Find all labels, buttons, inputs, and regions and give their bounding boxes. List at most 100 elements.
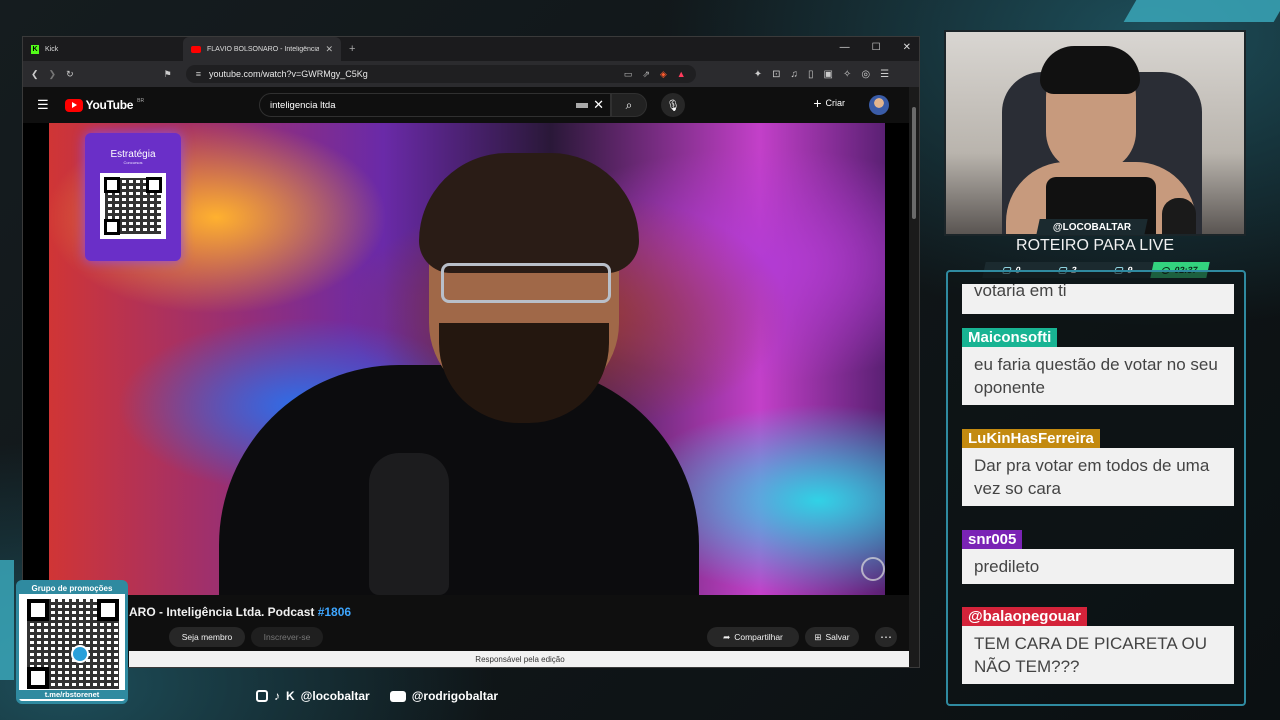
chat-username: LuKinHasFerreira (962, 429, 1100, 448)
chat-message-text: eu faria questão de votar no seu oponent… (962, 347, 1234, 405)
extension-puzzle-icon[interactable]: ✦ (754, 69, 762, 80)
tab-kick-label: Kick (45, 45, 59, 53)
streamer-handle: @LOCOBALTAR (1052, 221, 1132, 233)
region-code: BR (137, 98, 145, 104)
promo-group-title: Grupo de promoções (19, 583, 125, 594)
chat-message-text: predileto (962, 549, 1234, 584)
video-actions-row: Seja membro Inscrever-se ➦ Compartilhar … (23, 627, 911, 653)
close-tab-icon[interactable]: ✕ (325, 44, 333, 55)
keyboard-icon[interactable] (576, 103, 588, 108)
close-window-button[interactable]: ✕ (903, 42, 911, 53)
join-label: Seja membro (181, 632, 233, 642)
save-button[interactable]: ⊞ Salvar (805, 627, 859, 647)
back-button[interactable]: ❮ (31, 69, 39, 80)
episode-hashtag[interactable]: #1806 (318, 605, 351, 619)
youtube-logo[interactable]: YouTube BR (64, 98, 145, 112)
video-frame[interactable]: Estratégia Concursos (49, 123, 885, 595)
video-title-text: ARO - Inteligência Ltda. Podcast (129, 605, 318, 619)
address-bar-actions: ▭ ⇗ ◈ ▲ (624, 69, 686, 80)
music-icon[interactable]: ♫ (791, 69, 799, 80)
edit-credit-banner: Responsável pela edição (129, 651, 911, 667)
sponsor-qr-code (100, 173, 166, 239)
maximize-button[interactable]: ☐ (872, 42, 881, 53)
join-button[interactable]: Seja membro (169, 627, 245, 647)
chat-message-text: TEM CARA DE PICARETA OU NÃO TEM??? (962, 626, 1234, 684)
paint-splash-left (0, 560, 14, 680)
more-dots-icon: ⋯ (880, 630, 892, 644)
clear-search-icon[interactable]: ✕ (593, 97, 604, 113)
address-toolbar: ❮ ❯ ↻ ⚑ ≡ youtube.com/watch?v=GWRMgy_C5K… (23, 61, 919, 87)
search-button[interactable]: ⌕ (611, 93, 647, 117)
reload-button[interactable]: ↻ (66, 69, 74, 80)
channel-watermark-icon[interactable] (861, 557, 885, 581)
screenshot-icon[interactable]: ⊡ (772, 69, 780, 80)
subscribe-label: Inscrever-se (263, 632, 311, 642)
sponsor-promo-card: Estratégia Concursos (85, 133, 181, 261)
sponsor-brand: Estratégia (110, 149, 156, 160)
youtube-page: ☰ YouTube BR inteligencia ltda ✕ ⌕ 🎙 + C… (23, 87, 911, 667)
subscribe-button[interactable]: Inscrever-se (251, 627, 323, 647)
create-label: Criar (825, 98, 846, 108)
bookmark-icon[interactable]: ⚑ (164, 69, 172, 80)
share-arrow-icon: ➦ (723, 631, 731, 642)
window-controls: — ☐ ✕ (840, 42, 911, 53)
menu-icon[interactable]: ☰ (880, 69, 889, 80)
ai-icon[interactable]: ✧ (843, 69, 851, 80)
tab-kick[interactable]: K Kick (23, 37, 183, 61)
site-info-icon[interactable]: ≡ (196, 69, 201, 79)
browser-window: K Kick FLÁVIO BOLSONARO - Inteligência ✕… (22, 36, 920, 668)
chat-message: @balaopegouar TEM CARA DE PICARETA OU NÃ… (962, 607, 1234, 684)
search-input[interactable]: inteligencia ltda ✕ (259, 93, 611, 117)
shield-icon[interactable]: ◈ (660, 69, 667, 80)
sponsor-sub: Concursos (123, 160, 143, 165)
chat-message-text: Dar pra votar em todos de uma vez so car… (962, 448, 1234, 506)
share-label: Compartilhar (734, 632, 783, 642)
promo-group-qr-card: Grupo de promoções t.me/rbstorenet (16, 580, 128, 704)
wallet-icon[interactable]: ▣ (824, 69, 833, 80)
forward-button[interactable]: ❯ (49, 69, 57, 80)
microphone-icon: 🎙 (666, 99, 680, 112)
chat-message-partial: votaria em ti (962, 284, 1234, 314)
scrollbar-thumb[interactable] (912, 107, 916, 219)
video-host-figure (219, 153, 699, 595)
new-tab-button[interactable]: + (349, 43, 355, 55)
video-player[interactable]: Estratégia Concursos (23, 123, 911, 595)
chat-username: @balaopegouar (962, 607, 1087, 626)
segment-title: ROTEIRO PARA LIVE (1016, 237, 1174, 254)
voice-search-button[interactable]: 🎙 (661, 93, 685, 117)
promo-group-url: t.me/rbstorenet (19, 690, 125, 699)
search-icon: ⌕ (625, 97, 633, 112)
host-shirt (219, 365, 699, 595)
sidebar-icon[interactable]: ▯ (808, 69, 814, 80)
account-avatar[interactable] (869, 95, 889, 115)
search-query: inteligencia ltda (270, 99, 336, 111)
create-button[interactable]: + Criar (813, 95, 845, 111)
minimize-button[interactable]: — (840, 42, 850, 53)
streamer-webcam (944, 30, 1246, 236)
plus-icon: + (813, 95, 822, 111)
kick-icon: K (31, 44, 39, 54)
share-icon[interactable]: ⇗ (642, 69, 650, 80)
streamer-handle-badge: @LOCOBALTAR (1036, 219, 1148, 235)
podcast-microphone (369, 453, 449, 595)
hamburger-menu-icon[interactable]: ☰ (37, 97, 49, 113)
address-bar[interactable]: ≡ youtube.com/watch?v=GWRMgy_C5Kg ▭ ⇗ ◈ … (185, 65, 696, 83)
rewards-icon[interactable]: ▲ (677, 69, 686, 80)
paint-splash-top-right (1123, 0, 1280, 22)
youtube-header: ☰ YouTube BR inteligencia ltda ✕ ⌕ 🎙 + C… (23, 87, 909, 123)
share-button[interactable]: ➦ Compartilhar (707, 627, 799, 647)
tiktok-icon: ♪ (274, 689, 280, 703)
chat-panel: votaria em ti Maiconsofti eu faria quest… (946, 270, 1246, 706)
tab-youtube-video[interactable]: FLÁVIO BOLSONARO - Inteligência ✕ (183, 37, 341, 61)
streamer-figure (1006, 46, 1196, 234)
page-scrollbar[interactable] (909, 87, 919, 667)
social-handles: ♪ K @locobaltar @rodrigobaltar (256, 689, 498, 703)
cast-icon[interactable]: ▭ (624, 69, 633, 80)
vpn-icon[interactable]: ◎ (861, 69, 870, 80)
save-icon: ⊞ (814, 631, 822, 642)
chat-username: snr005 (962, 530, 1023, 549)
youtube-play-icon (64, 98, 83, 112)
telegram-icon (71, 645, 89, 663)
more-actions-button[interactable]: ⋯ (875, 627, 897, 647)
save-label: Salvar (825, 632, 850, 642)
